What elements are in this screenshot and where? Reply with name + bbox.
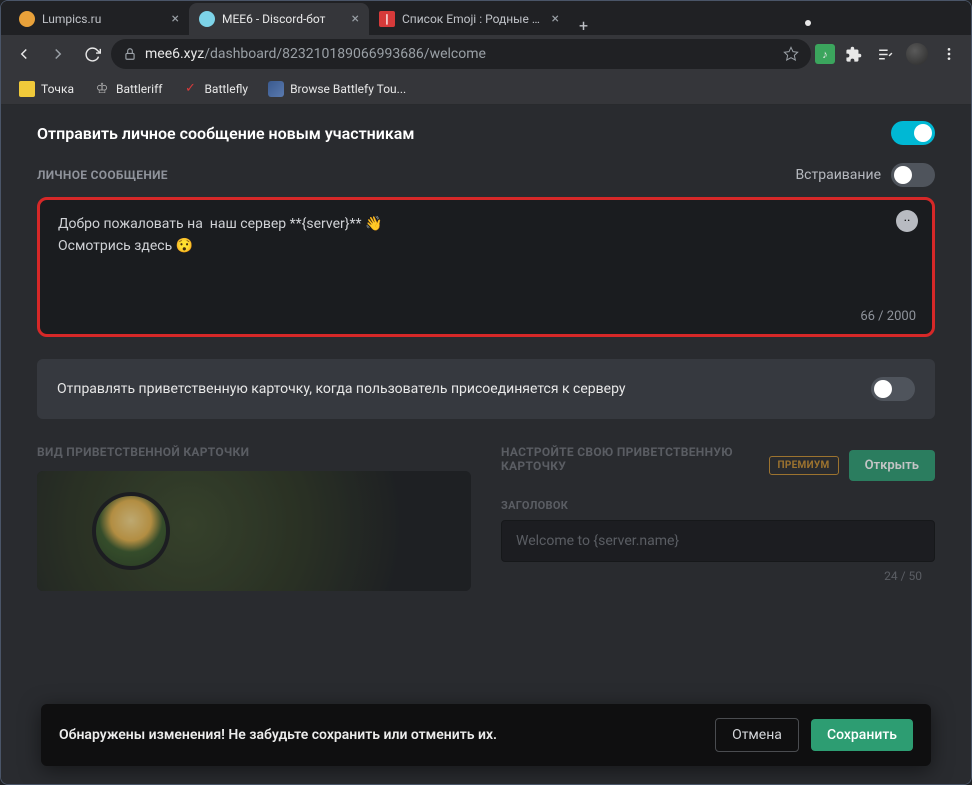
address-bar[interactable]: mee6.xyz/dashboard/823210189066993686/we…: [111, 39, 811, 69]
unsaved-changes-bar: Обнаружены изменения! Не забудьте сохран…: [41, 704, 931, 766]
premium-badge: ПРЕМИУМ: [769, 456, 839, 475]
bookmark-icon: ♔: [94, 81, 110, 97]
profile-avatar[interactable]: [903, 40, 931, 68]
preview-heading: ВИД ПРИВЕТСТВЕННОЙ КАРТОЧКИ: [37, 445, 471, 459]
bookmark-battleriff[interactable]: ♔Battleriff: [86, 77, 170, 101]
reload-button[interactable]: [77, 39, 107, 69]
close-icon[interactable]: ×: [552, 11, 559, 27]
embed-toggle[interactable]: [891, 163, 935, 187]
forward-button[interactable]: [43, 39, 73, 69]
favicon-icon: [19, 11, 35, 27]
back-button[interactable]: [9, 39, 39, 69]
close-icon[interactable]: ×: [172, 11, 179, 27]
favicon-icon: [199, 11, 215, 27]
cancel-button[interactable]: Отмена: [715, 718, 799, 752]
section-title: Отправить личное сообщение новым участни…: [37, 124, 414, 143]
tab-emoji[interactable]: ❘ Список Emoji : Родные сим ×: [369, 3, 569, 35]
save-bar-text: Обнаружены изменения! Не забудьте сохран…: [59, 727, 703, 743]
menu-icon[interactable]: [935, 40, 963, 68]
char-counter: 66 / 2000: [860, 309, 916, 324]
save-button[interactable]: Сохранить: [811, 719, 913, 751]
tab-title: Lumpics.ru: [42, 12, 165, 26]
browser-toolbar: mee6.xyz/dashboard/823210189066993686/we…: [1, 35, 971, 73]
close-icon[interactable]: ×: [352, 11, 359, 27]
avatar-preview: [92, 492, 170, 570]
lock-icon: [123, 47, 137, 61]
message-textarea[interactable]: Добро пожаловать на наш сервер **{server…: [37, 197, 935, 337]
url-text: mee6.xyz/dashboard/823210189066993686/we…: [145, 46, 775, 62]
star-icon[interactable]: [783, 46, 799, 62]
customize-heading: НАСТРОЙТЕ СВОЮ ПРИВЕТСТВЕННУЮ КАРТОЧКУ: [501, 445, 759, 473]
welcome-card-label: Отправлять приветственную карточку, когд…: [57, 381, 626, 397]
embed-label: Встраивание: [795, 167, 881, 183]
title-input[interactable]: Welcome to {server.name} 24 / 50: [501, 520, 935, 562]
bookmarks-bar: Точка ♔Battleriff ✓Battlefly Browse Batt…: [1, 73, 971, 105]
welcome-card-toggle[interactable]: [871, 377, 915, 401]
new-tab-button[interactable]: +: [569, 16, 598, 35]
private-message-label: ЛИЧНОЕ СООБЩЕНИЕ: [37, 168, 168, 182]
bookmark-icon: [19, 81, 35, 97]
welcome-card-preview: [37, 471, 471, 591]
title-char-counter: 24 / 50: [884, 569, 922, 583]
tab-title: MEE6 - Discord-бот: [222, 12, 345, 26]
reading-list-icon[interactable]: [871, 40, 899, 68]
emoji-picker-icon[interactable]: ··: [896, 210, 918, 232]
tab-lumpics[interactable]: Lumpics.ru ×: [9, 3, 189, 35]
tab-title: Список Emoji : Родные сим: [402, 12, 545, 26]
bookmark-icon: ✓: [182, 81, 198, 97]
extension-music-icon[interactable]: ♪: [815, 44, 835, 64]
open-button[interactable]: Открыть: [849, 450, 935, 481]
message-content: Добро пожаловать на наш сервер **{server…: [58, 214, 914, 257]
favicon-icon: ❘: [379, 11, 395, 27]
tab-strip: Lumpics.ru × MEE6 - Discord-бот × ❘ Спис…: [1, 1, 971, 35]
bookmark-battlefy[interactable]: Browse Battlefy Tou...: [260, 77, 414, 101]
tab-mee6[interactable]: MEE6 - Discord-бот ×: [189, 3, 369, 35]
bookmark-battlefly[interactable]: ✓Battlefly: [174, 77, 256, 101]
tab-overflow-icon[interactable]: [797, 11, 821, 35]
bookmark-icon: [268, 81, 284, 97]
extensions-icon[interactable]: [839, 40, 867, 68]
bookmark-tochka[interactable]: Точка: [11, 77, 82, 101]
title-field-label: ЗАГОЛОВОК: [501, 499, 935, 512]
dm-toggle[interactable]: [891, 121, 935, 145]
